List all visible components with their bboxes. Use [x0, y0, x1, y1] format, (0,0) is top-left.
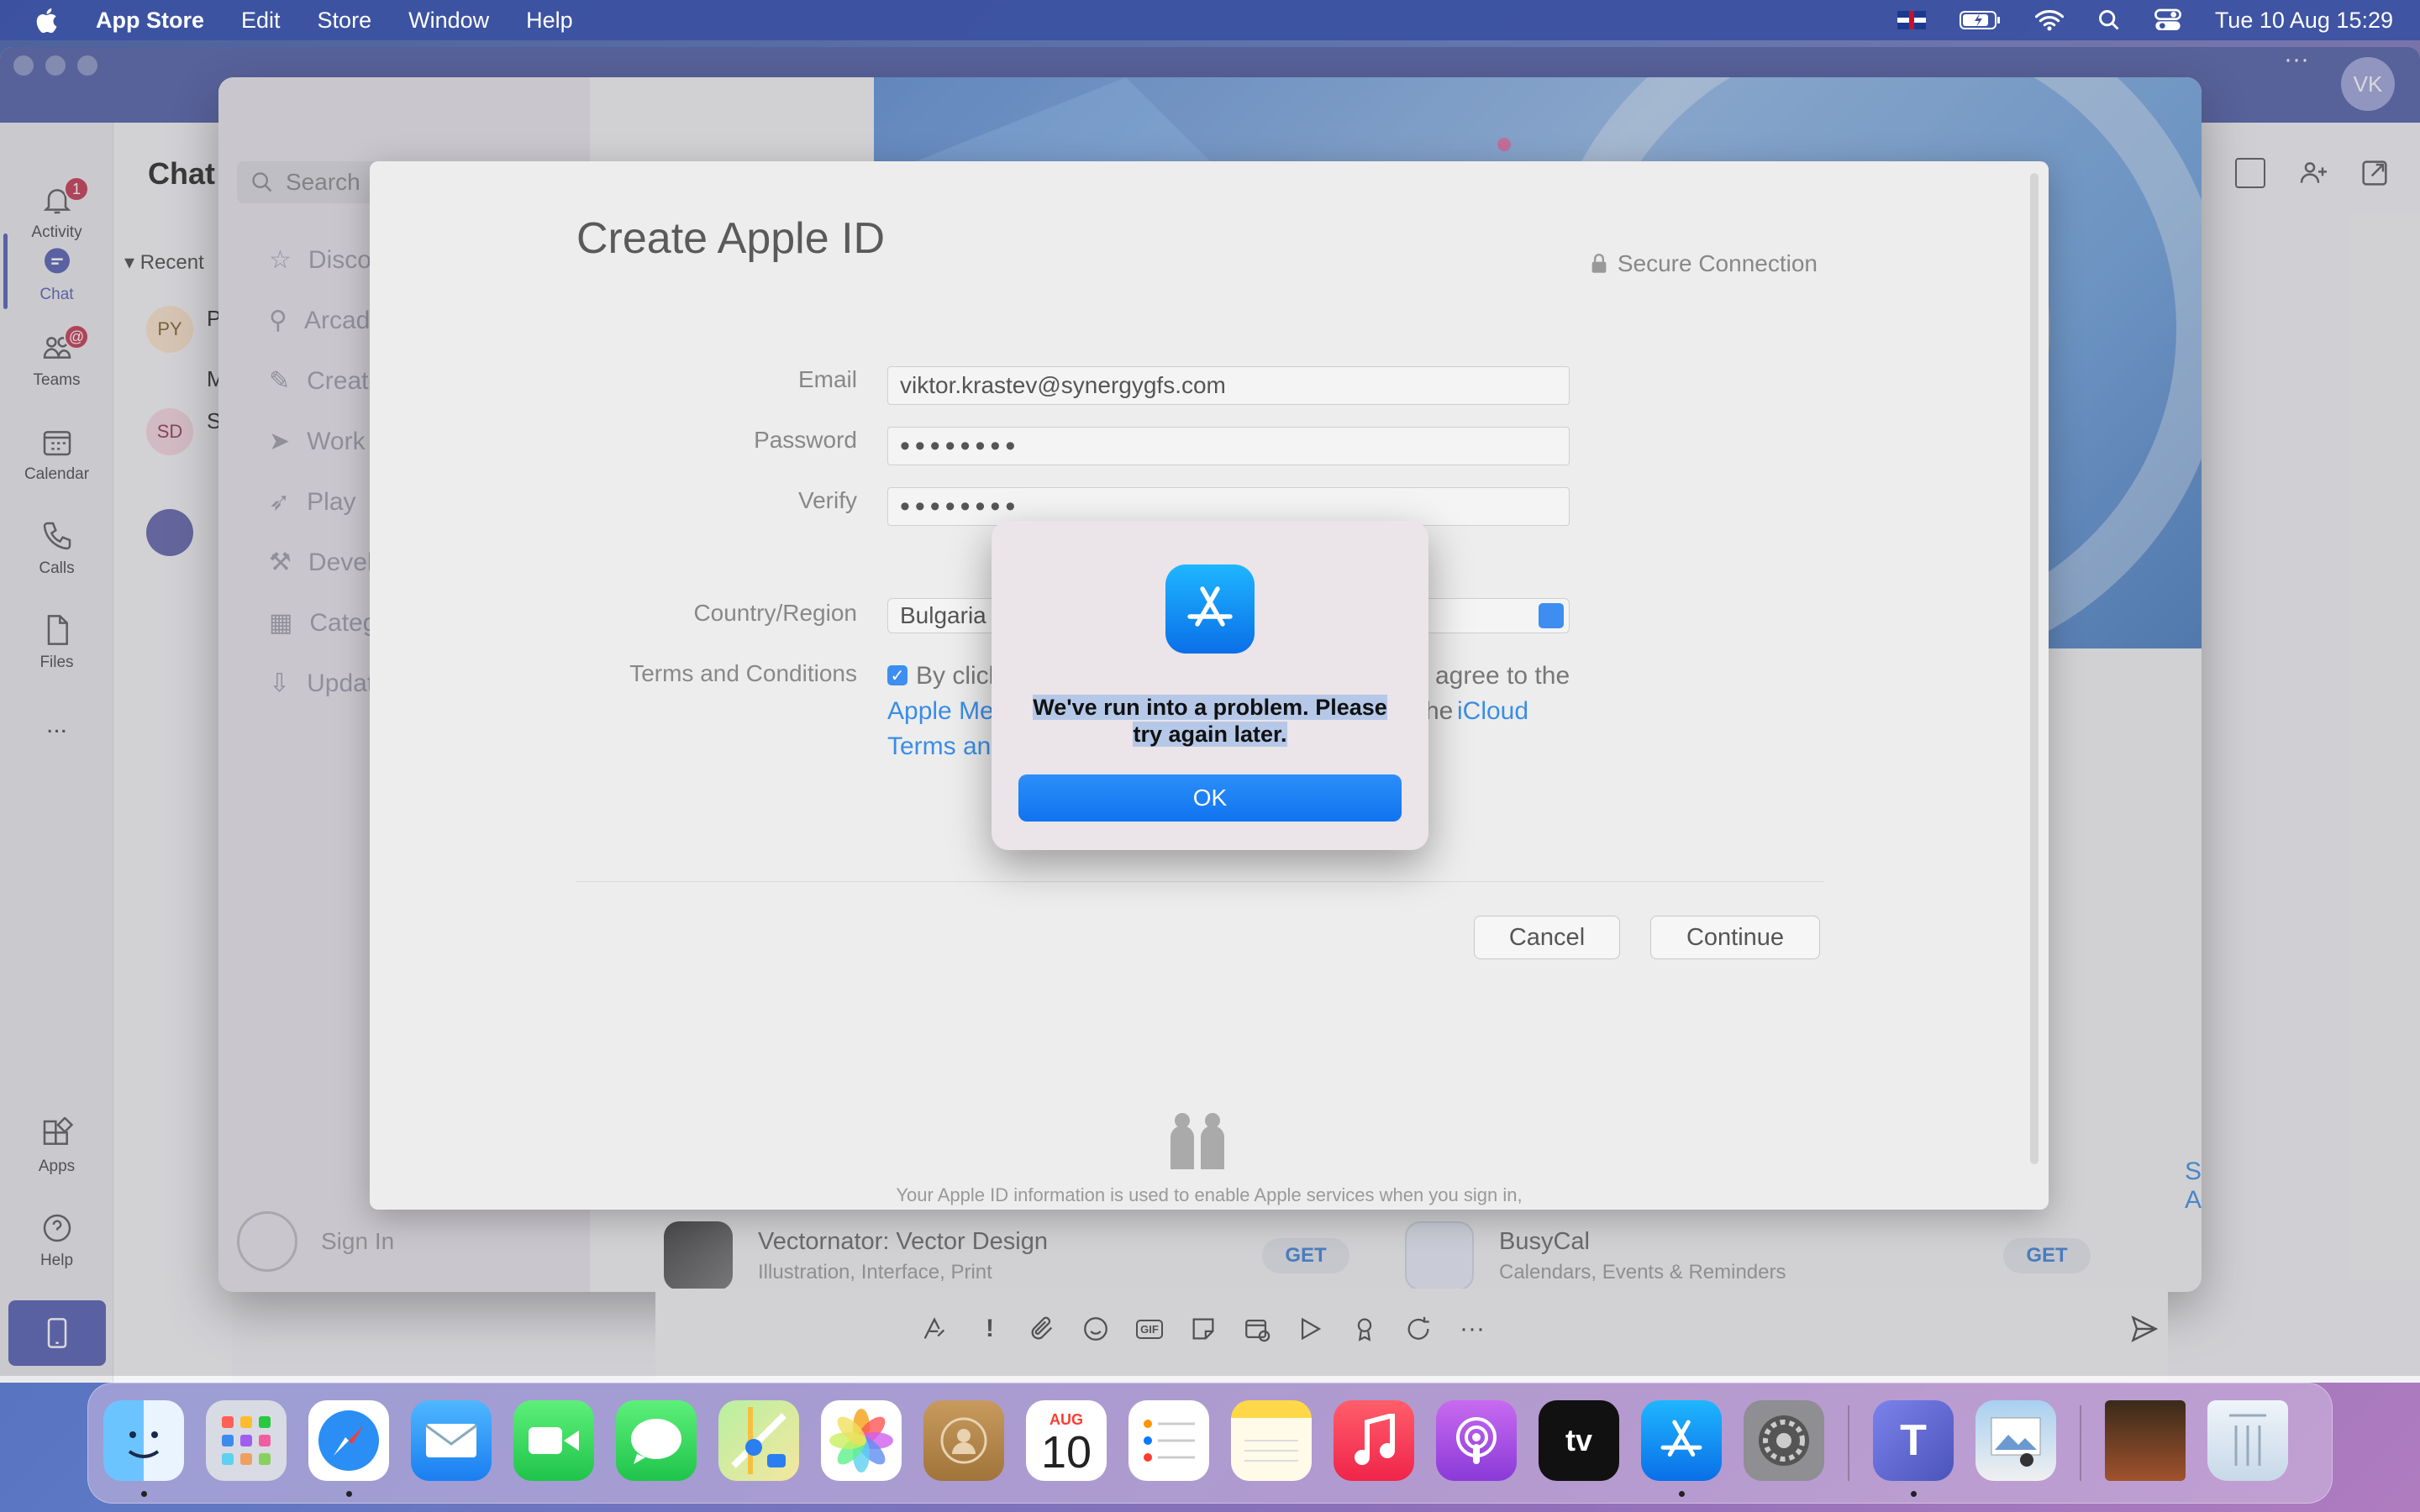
finder-icon[interactable] [103, 1400, 184, 1481]
alert-message-line2: try again later. [1133, 722, 1287, 747]
alert-message-line1: We've run into a problem. Please [1033, 695, 1387, 720]
menu-edit[interactable]: Edit [241, 8, 281, 34]
messages-icon[interactable] [616, 1400, 697, 1481]
sheet-title: Create Apple ID [576, 214, 886, 263]
chevron-updown-icon [1539, 603, 1564, 628]
system-preferences-icon[interactable] [1744, 1400, 1824, 1481]
divider [576, 881, 1823, 882]
email-field[interactable]: viktor.krastev@synergygfs.com [887, 366, 1570, 405]
launchpad-icon[interactable] [206, 1400, 287, 1481]
family-icon [1164, 1110, 1231, 1169]
spotlight-search-icon[interactable] [2097, 8, 2121, 32]
menu-store[interactable]: Store [318, 8, 372, 34]
preview-icon[interactable] [1975, 1400, 2056, 1481]
calendar-day: 10 [1040, 1426, 1092, 1478]
music-icon[interactable] [1334, 1400, 1414, 1481]
safari-icon[interactable] [308, 1400, 389, 1481]
menu-app-name[interactable]: App Store [96, 8, 204, 34]
menu-help[interactable]: Help [526, 8, 573, 34]
terms-text: he [1425, 697, 1454, 725]
photos-icon[interactable] [821, 1400, 902, 1481]
podcasts-icon[interactable] [1436, 1400, 1517, 1481]
continue-button[interactable]: Continue [1650, 916, 1820, 959]
wifi-icon[interactable] [2034, 9, 2064, 31]
country-value: Bulgaria [900, 602, 986, 628]
calendar-month: AUG [1050, 1410, 1083, 1428]
tv-label: tv [1565, 1423, 1592, 1457]
battery-icon[interactable] [1959, 9, 2002, 31]
microsoft-teams-icon[interactable]: T [1873, 1400, 1954, 1481]
apple-tv-icon[interactable]: tv [1539, 1400, 1619, 1481]
scrollbar[interactable] [2030, 173, 2039, 1164]
reminders-icon[interactable] [1128, 1400, 1209, 1481]
book-document-icon[interactable] [2105, 1400, 2186, 1481]
contacts-icon[interactable] [923, 1400, 1004, 1481]
country-label: Country/Region [693, 600, 857, 626]
dock-separator [2080, 1405, 2081, 1481]
menu-bar: App Store Edit Store Window Help Tue 10 … [0, 0, 2420, 40]
secure-connection: Secure Connection [1591, 250, 1818, 277]
terms-text: By click [916, 662, 1002, 690]
control-center-icon[interactable] [2154, 8, 2181, 32]
alert-message: We've run into a problem. Please try aga… [1017, 694, 1403, 748]
password-label: Password [754, 427, 857, 453]
trash-icon[interactable] [2207, 1400, 2288, 1481]
input-source-flag-icon[interactable] [1897, 11, 1926, 29]
dock-separator [1848, 1405, 1849, 1481]
terms-text: agree to the [1435, 662, 1570, 690]
facetime-icon[interactable] [513, 1400, 594, 1481]
verify-label: Verify [797, 487, 857, 513]
apple-media-terms-link[interactable]: Apple Me [887, 697, 994, 726]
running-indicator [1911, 1491, 1917, 1497]
password-field[interactable]: •••••••• [887, 427, 1570, 465]
dock: AUG 10 tv T [87, 1383, 2333, 1504]
calendar-app-icon[interactable]: AUG 10 [1026, 1400, 1107, 1481]
clock[interactable]: Tue 10 Aug 15:29 [2215, 8, 2393, 34]
mail-icon[interactable] [411, 1400, 492, 1481]
cancel-button[interactable]: Cancel [1474, 916, 1620, 959]
maps-icon[interactable] [718, 1400, 799, 1481]
email-label: Email [797, 366, 857, 392]
running-indicator [1679, 1491, 1685, 1497]
terms-link[interactable]: Terms and [887, 732, 1005, 761]
app-store-dock-icon[interactable] [1641, 1400, 1722, 1481]
apple-logo-icon[interactable] [34, 4, 60, 36]
icloud-terms-link[interactable]: iCloud [1457, 697, 1528, 726]
running-indicator [346, 1491, 352, 1497]
app-store-icon [1165, 564, 1255, 654]
teams-letter: T [1900, 1416, 1927, 1465]
running-indicator [141, 1491, 147, 1497]
lock-icon [1591, 254, 1607, 273]
notes-icon[interactable] [1231, 1400, 1312, 1481]
menu-window[interactable]: Window [408, 8, 489, 34]
footer-note: Your Apple ID information is used to ena… [896, 1184, 1523, 1205]
ok-button[interactable]: OK [1018, 774, 1402, 822]
terms-checkbox[interactable]: ✓ [887, 665, 908, 685]
terms-label: Terms and Conditions [629, 660, 857, 686]
error-alert-dialog: We've run into a problem. Please try aga… [992, 521, 1428, 850]
secure-label: Secure Connection [1617, 250, 1818, 276]
